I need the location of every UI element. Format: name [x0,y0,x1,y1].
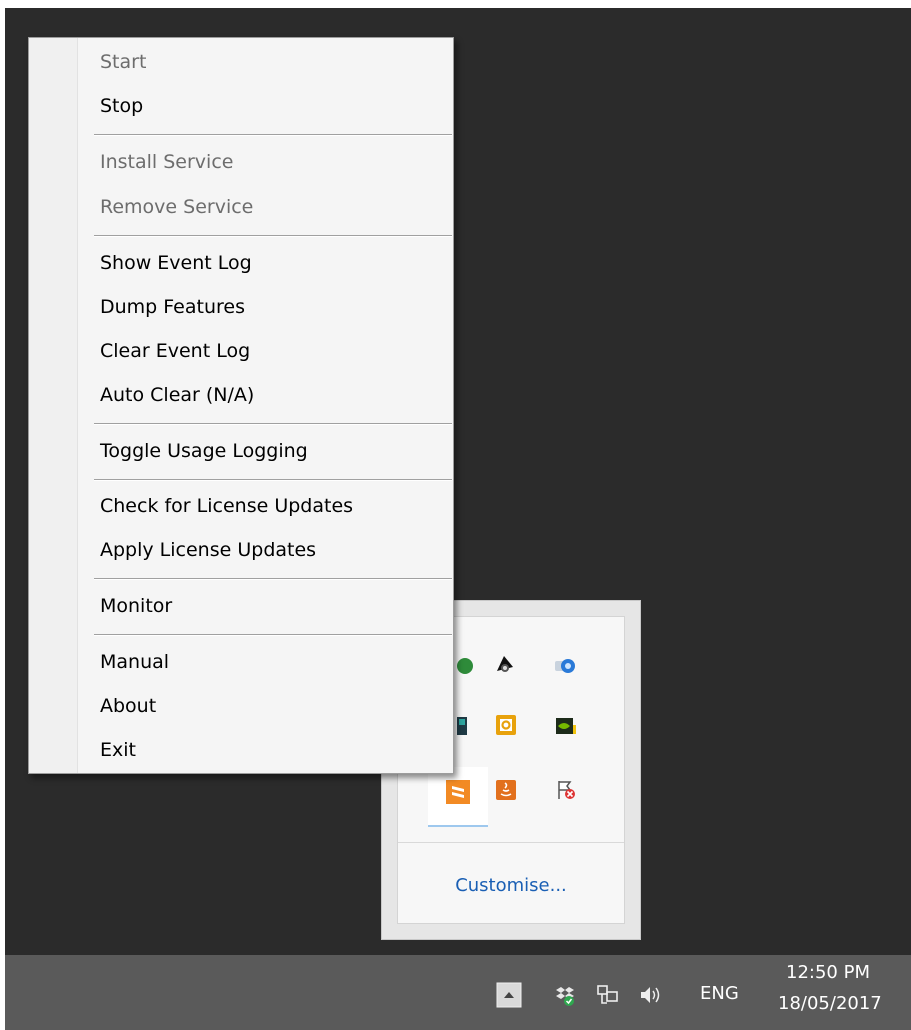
menu-item-auto-clear[interactable]: Auto Clear (N/A) [100,380,254,410]
teal-app-icon[interactable] [454,715,476,737]
menu-item-stop[interactable]: Stop [100,91,143,121]
customise-link[interactable]: Customise... [398,875,624,896]
overflow-divider [398,842,624,843]
taskbar [5,955,911,1030]
menu-item-apply-license-updates[interactable]: Apply License Updates [100,535,316,565]
menu-item-about[interactable]: About [100,691,156,721]
menu-item-toggle-usage-logging[interactable]: Toggle Usage Logging [100,436,308,466]
menu-item-show-event-log[interactable]: Show Event Log [100,248,252,278]
menu-item-start: Start [100,51,147,73]
network-icon[interactable] [595,982,621,1008]
nvidia-icon[interactable] [555,715,577,737]
menu-separator [94,134,452,136]
outlook-icon[interactable] [495,714,517,736]
menu-icon-gutter [29,38,78,773]
sublime-text-icon[interactable] [445,779,471,805]
menu-separator [94,578,452,580]
menu-item-check-license-updates[interactable]: Check for License Updates [100,491,353,521]
pirate-skull-icon[interactable] [494,653,516,675]
context-menu: Start Stop Install Service Remove Servic… [28,37,454,774]
clock-time[interactable]: 12:50 PM [786,962,870,983]
menu-item-manual[interactable]: Manual [100,647,169,677]
java-icon[interactable] [495,779,517,801]
action-center-flag-icon[interactable] [555,779,577,801]
menu-separator [94,423,452,425]
menu-item-dump-features[interactable]: Dump Features [100,292,245,322]
drive-globe-icon[interactable] [554,655,576,677]
menu-item-exit[interactable]: Exit [100,735,136,765]
menu-item-install-service: Install Service [100,151,234,173]
menu-item-remove-service: Remove Service [100,196,254,218]
input-language-indicator[interactable]: ENG [700,983,739,1004]
menu-separator [94,235,452,237]
menu-item-clear-event-log[interactable]: Clear Event Log [100,336,250,366]
volume-icon[interactable] [638,983,664,1007]
dropbox-icon[interactable] [552,982,578,1008]
green-circle-icon[interactable] [454,655,476,677]
menu-separator [94,634,452,636]
show-hidden-icons-button[interactable] [496,982,522,1008]
clock-date[interactable]: 18/05/2017 [778,993,882,1014]
menu-separator [94,479,452,481]
menu-item-monitor[interactable]: Monitor [100,591,172,621]
